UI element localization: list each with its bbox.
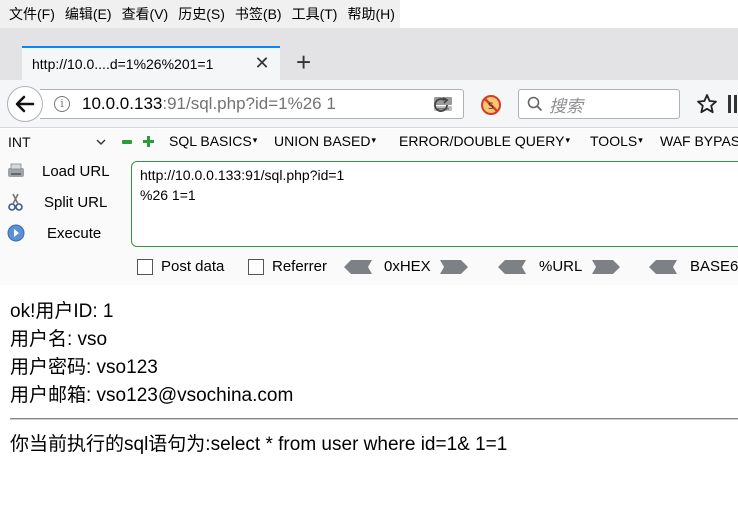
tab-title: http://10.0....d=1%26%201=1	[32, 56, 214, 72]
chevron-down-icon	[96, 139, 106, 145]
hex-encode-arrow-icon[interactable]	[440, 260, 468, 274]
user-id-line: ok!用户ID: 1	[10, 301, 114, 322]
hex-decode-arrow-icon[interactable]	[344, 260, 372, 274]
search-icon	[527, 96, 543, 112]
menu-sql-basics-label: SQL BASICS	[169, 133, 252, 149]
hackbar-panel: INT SQL BASICS▾ UNION BASED▾ ERROR/DOUBL…	[0, 129, 738, 285]
split-url-label: Split URL	[44, 193, 108, 211]
menu-tools[interactable]: 工具(T)	[287, 0, 343, 28]
execute-icon	[7, 224, 25, 242]
menu-union-based[interactable]: UNION BASED▾	[274, 133, 376, 149]
divider	[10, 418, 738, 420]
reload-icon[interactable]	[432, 96, 452, 114]
hackbar-toolbar: INT SQL BASICS▾ UNION BASED▾ ERROR/DOUBL…	[0, 129, 738, 155]
menu-tools[interactable]: TOOLS▾	[590, 133, 643, 149]
search-placeholder: 搜索	[549, 96, 583, 116]
menu-file[interactable]: 文件(F)	[4, 0, 60, 28]
menu-edit[interactable]: 编辑(E)	[60, 0, 117, 28]
url-bar[interactable]: i 10.0.0.133:91/sql.php?id=1%26 1	[40, 89, 464, 119]
url-decode-arrow-icon[interactable]	[498, 260, 526, 274]
url-path: :91/sql.php?id=1%26 1	[162, 94, 336, 113]
minus-icon[interactable]	[121, 136, 133, 148]
menu-bar-items: 文件(F) 编辑(E) 查看(V) 历史(S) 书签(B) 工具(T) 帮助(H…	[0, 0, 400, 28]
post-data-label: Post data	[161, 258, 225, 275]
execute-button[interactable]: Execute	[6, 223, 101, 243]
menu-help[interactable]: 帮助(H)	[342, 0, 399, 28]
library-icon[interactable]	[726, 93, 738, 115]
menu-error-double-query-label: ERROR/DOUBLE QUERY	[399, 133, 565, 149]
menu-sql-basics[interactable]: SQL BASICS▾	[169, 133, 257, 149]
hex-label: 0xHEX	[384, 258, 431, 275]
search-box[interactable]: 搜索	[518, 89, 680, 119]
url-textarea[interactable]: http://10.0.0.133:91/sql.php?id=1 %26 1=…	[131, 161, 738, 247]
svg-text:S: S	[488, 102, 494, 112]
username-line: 用户名: vso	[10, 329, 108, 350]
scissors-icon	[8, 193, 23, 211]
load-url-label: Load URL	[42, 162, 110, 180]
close-tab-icon[interactable]: ✕	[252, 53, 272, 74]
menu-waf-bypass[interactable]: WAF BYPASS	[660, 133, 738, 149]
menu-waf-bypass-label: WAF BYPASS	[660, 133, 738, 149]
execute-label: Execute	[47, 224, 102, 242]
tab-strip: http://10.0....d=1%26%201=1 ✕ +	[0, 28, 738, 80]
new-tab-button[interactable]: +	[296, 47, 311, 77]
referrer-checkbox[interactable]	[248, 259, 264, 275]
sql-statement: 你当前执行的sql语句为:select * from user where id…	[10, 434, 508, 455]
menu-bookmarks[interactable]: 书签(B)	[230, 0, 287, 28]
url-encode-label: %URL	[539, 258, 583, 275]
back-arrow-icon	[15, 95, 35, 113]
bookmark-star-icon[interactable]	[696, 93, 718, 115]
email-line: 用户邮箱: vso123@vsochina.com	[10, 385, 294, 406]
menu-view[interactable]: 查看(V)	[117, 0, 174, 28]
password-line: 用户密码: vso123	[10, 357, 158, 378]
back-button[interactable]	[7, 86, 43, 122]
plus-icon[interactable]	[142, 135, 155, 148]
menu-bar: 文件(F) 编辑(E) 查看(V) 历史(S) 书签(B) 工具(T) 帮助(H…	[0, 0, 738, 28]
hackbar-bottom-bar: Post data Referrer 0xHEX %URL BASE64	[0, 257, 738, 279]
split-url-button[interactable]: Split URL	[6, 192, 107, 212]
load-url-icon	[8, 163, 24, 177]
menu-union-based-label: UNION BASED	[274, 133, 371, 149]
noscript-icon[interactable]: S	[480, 94, 502, 116]
int-select-value: INT	[8, 134, 31, 150]
url-host: 10.0.0.133	[82, 94, 163, 113]
url-text[interactable]: 10.0.0.133:91/sql.php?id=1%26 1	[82, 94, 336, 114]
tab-active[interactable]: http://10.0....d=1%26%201=1 ✕	[22, 46, 280, 80]
menu-tools-label: TOOLS	[590, 133, 638, 149]
page-content: ok!用户ID: 1 用户名: vso 用户密码: vso123 用户邮箱: v…	[10, 298, 738, 410]
url-encode-arrow-icon[interactable]	[592, 260, 620, 274]
base64-decode-arrow-icon[interactable]	[649, 260, 677, 274]
info-icon[interactable]: i	[54, 96, 70, 112]
menu-history[interactable]: 历史(S)	[173, 0, 230, 28]
int-select[interactable]: INT	[2, 132, 112, 152]
referrer-label: Referrer	[272, 258, 328, 275]
menu-error-double-query[interactable]: ERROR/DOUBLE QUERY▾	[399, 133, 570, 149]
post-data-checkbox[interactable]	[137, 259, 153, 275]
load-url-button[interactable]: Load URL	[6, 162, 110, 180]
base64-label: BASE64	[690, 258, 738, 275]
